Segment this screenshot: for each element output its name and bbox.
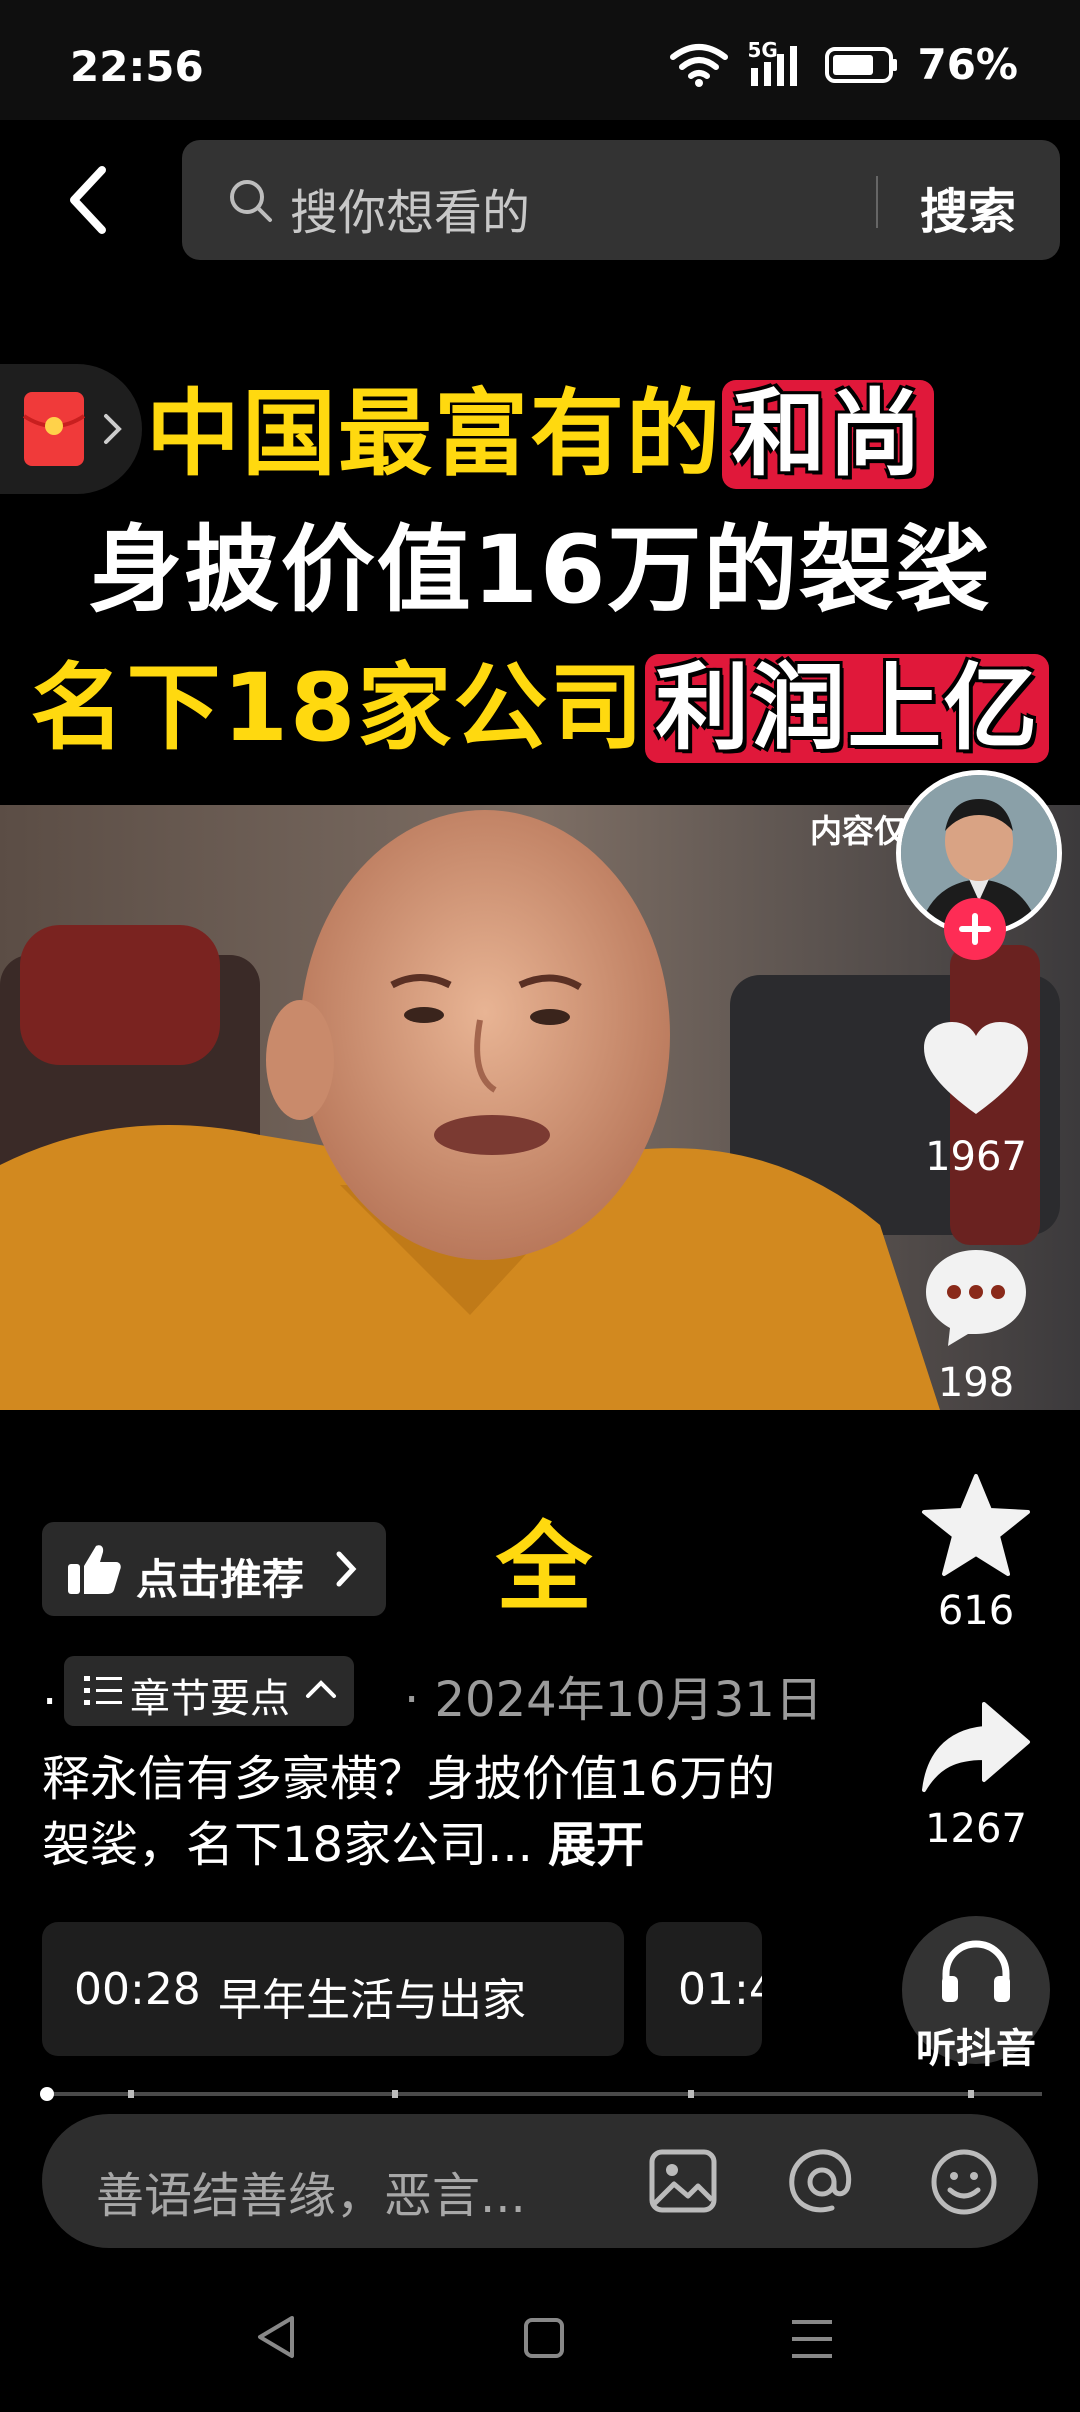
nav-back-button[interactable] [254,2314,298,2364]
title-part-highlight: 利润上亿 [645,654,1050,763]
heart-icon [924,1022,1028,1114]
chevron-right-icon [104,414,122,444]
title-part: 身披价值16万的袈裟 [88,516,992,625]
search-icon [230,180,272,222]
video-title-line-3: 名下18家公司 利润上亿 [0,632,1080,768]
title-part: 名下18家公司 [30,654,646,763]
comment-input[interactable]: 善语结善缘，恶言... [96,2156,526,2226]
title-part: 中国最富有的 [145,380,722,489]
video-title-line-1: 中国最富有的 和尚 [0,358,1080,494]
content-note: 内容仅 [810,812,907,850]
share-button[interactable] [920,1700,1032,1800]
comment-icon [926,1250,1026,1346]
favorite-button[interactable] [920,1472,1032,1586]
progress-track[interactable] [42,2092,1042,2096]
image-button[interactable] [648,2148,718,2218]
share-arrow-icon [922,1702,1030,1792]
wifi-icon [670,43,729,87]
mention-button[interactable] [786,2146,858,2222]
video-description[interactable]: 释永信有多豪横？身披价值16万的袈裟，名下18家公司... 展开 [42,1746,802,1878]
menu-lines-icon [792,2320,832,2358]
like-count: 1967 [925,1134,1027,1180]
comment-count: 198 [937,1360,1015,1406]
leading-dot: . [42,1660,58,1716]
share-count: 1267 [925,1806,1027,1852]
search-divider [876,176,878,228]
chapter-card[interactable]: 00:28 早年生活与出家 [42,1922,624,2056]
star-icon [922,1474,1030,1576]
battery-icon [825,46,898,83]
title-part-highlight: 和尚 [722,380,935,489]
video-caption-char: 全 [496,1512,592,1624]
red-packet-button[interactable] [0,364,142,494]
red-envelope-icon [22,392,86,466]
status-time: 22:56 [70,42,204,91]
chapter-time: 01:4 [678,1964,762,2015]
chevron-up-icon [306,1680,336,1698]
list-icon [84,1676,122,1705]
follow-button[interactable] [944,898,1006,960]
emoji-button[interactable] [928,2146,1000,2222]
signal-icon: 5G [747,38,807,88]
square-home-icon [524,2318,564,2358]
expand-button[interactable]: 展开 [548,1817,644,1873]
video-title-line-2: 身披价值16万的袈裟 [0,494,1080,630]
publish-date: · 2024年10月31日 [404,1672,823,1728]
chapter-marker [392,2090,398,2098]
at-icon [789,2149,852,2213]
like-button[interactable] [920,1018,1032,1122]
chapter-marker [688,2090,694,2098]
thumbs-up-icon [68,1545,121,1594]
back-button[interactable] [58,160,118,240]
search-button[interactable]: 搜索 [920,172,1016,242]
chapter-label: 章节要点 [130,1676,290,1722]
favorite-count: 616 [937,1588,1015,1634]
triangle-back-icon [258,2316,294,2358]
status-icons: 5G 76% [669,38,1018,89]
chapter-time: 00:28 [74,1964,201,2015]
comment-button[interactable] [922,1246,1030,1354]
chapter-card[interactable]: 01:4 [646,1922,762,2056]
battery-percent: 76% [917,40,1018,89]
chapter-marker [128,2090,134,2098]
nav-home-button[interactable] [522,2316,566,2364]
listen-label: 听抖音 [916,2026,1036,2072]
chapter-marker [968,2090,974,2098]
progress-handle[interactable] [40,2087,54,2101]
search-input[interactable]: 搜你想看的 [290,173,530,243]
nav-menu-button[interactable] [790,2318,834,2364]
headphones-icon [942,1940,1010,2002]
emoji-icon [931,2149,997,2215]
description-text: 释永信有多豪横？身披价值16万的袈裟，名下18家公司... [42,1751,776,1873]
chapter-title: 早年生活与出家 [218,1975,526,2026]
plus-icon [959,913,991,945]
recommend-label: 点击推荐 [136,1555,305,1604]
image-icon [649,2149,717,2213]
chevron-right-icon [336,1551,357,1587]
chevron-left-icon [70,166,106,234]
video-title-area[interactable]: 中国最富有的 和尚 身披价值16万的袈裟 名下18家公司 利润上亿 [0,270,1080,805]
